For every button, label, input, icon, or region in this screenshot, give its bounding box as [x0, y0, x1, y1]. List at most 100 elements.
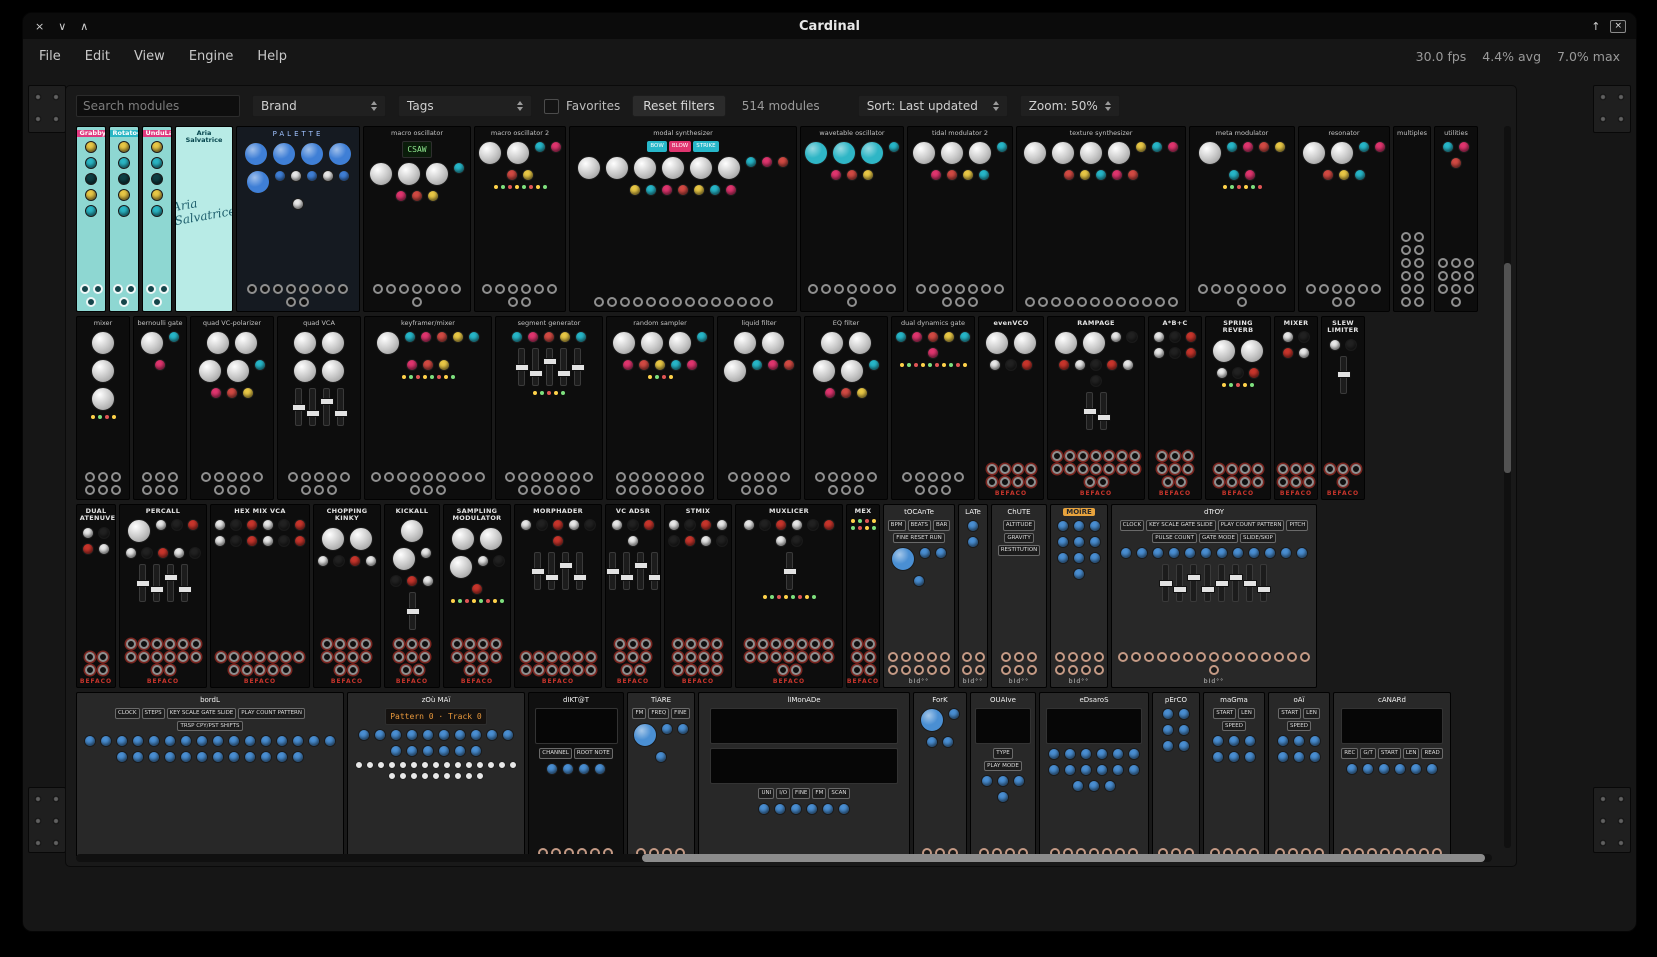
knob[interactable] [559, 331, 571, 343]
knob[interactable] [1111, 169, 1123, 181]
knob[interactable] [668, 519, 680, 531]
jack-port[interactable] [340, 472, 350, 482]
knob[interactable] [246, 170, 270, 194]
slider[interactable] [1260, 564, 1267, 602]
knob[interactable] [1226, 141, 1238, 153]
slider[interactable] [337, 388, 344, 426]
knob[interactable] [1057, 536, 1069, 548]
jack-port[interactable] [335, 652, 345, 662]
pad-button[interactable] [432, 772, 440, 780]
jack-port[interactable] [1117, 464, 1127, 474]
jack-port[interactable] [451, 284, 461, 294]
jack-port[interactable] [728, 472, 738, 482]
knob[interactable] [98, 543, 110, 555]
knob[interactable] [1378, 763, 1390, 775]
knob[interactable] [293, 331, 317, 355]
knob[interactable] [1153, 331, 1165, 343]
jack-port[interactable] [322, 652, 332, 662]
jack-port[interactable] [1464, 258, 1474, 268]
jack-port[interactable] [1027, 652, 1037, 662]
jack-port[interactable] [139, 639, 149, 649]
knob[interactable] [1216, 367, 1228, 379]
jack-port[interactable] [1064, 297, 1074, 307]
knob[interactable] [1120, 547, 1132, 559]
jack-port[interactable] [633, 297, 643, 307]
jack-port[interactable] [841, 485, 851, 495]
jack-port[interactable] [1051, 297, 1061, 307]
jack-port[interactable] [178, 639, 188, 649]
jack-port[interactable] [942, 284, 952, 294]
knob[interactable] [568, 519, 580, 531]
jack-port[interactable] [852, 665, 862, 675]
jack-port[interactable] [940, 665, 950, 675]
tags-dropdown[interactable]: Tags [398, 95, 532, 117]
knob[interactable] [470, 729, 482, 741]
knob[interactable] [91, 359, 115, 383]
knob[interactable] [406, 575, 418, 587]
vertical-scrollbar[interactable] [1504, 126, 1511, 848]
jack-port[interactable] [547, 652, 557, 662]
module-tile-tidal-modulator-2[interactable]: tidal modulator 2 [907, 126, 1013, 312]
jack-port[interactable] [294, 652, 304, 662]
jack-port[interactable] [784, 639, 794, 649]
jack-port[interactable] [962, 652, 972, 662]
jack-port[interactable] [534, 652, 544, 662]
knob[interactable] [478, 141, 502, 165]
knob[interactable] [1282, 347, 1294, 359]
jack-port[interactable] [534, 665, 544, 675]
jack-port[interactable] [288, 472, 298, 482]
jack-port[interactable] [673, 639, 683, 649]
jack-port[interactable] [1168, 297, 1178, 307]
jack-port[interactable] [821, 284, 831, 294]
module-tile-percall[interactable]: PERCALLBEFACO [119, 504, 207, 688]
slider[interactable] [1100, 392, 1107, 430]
jack-port[interactable] [780, 472, 790, 482]
knob[interactable] [180, 735, 192, 747]
knob[interactable] [758, 803, 770, 815]
knob[interactable] [946, 169, 958, 181]
jack-port[interactable] [560, 652, 570, 662]
jack-port[interactable] [142, 472, 152, 482]
knob[interactable] [404, 331, 416, 343]
knob[interactable] [452, 331, 464, 343]
jack-port[interactable] [1291, 464, 1301, 474]
jack-port[interactable] [711, 297, 721, 307]
knob[interactable] [390, 729, 402, 741]
knob[interactable] [454, 729, 466, 741]
knob[interactable] [655, 751, 667, 763]
knob[interactable] [622, 359, 634, 371]
jack-port[interactable] [915, 472, 925, 482]
knob[interactable] [189, 547, 201, 559]
jack-port[interactable] [1014, 652, 1024, 662]
knob[interactable] [85, 205, 97, 217]
jack-port[interactable] [1144, 652, 1154, 662]
knob[interactable] [1228, 735, 1240, 747]
jack-port[interactable] [1414, 258, 1424, 268]
pad-button[interactable] [388, 761, 396, 769]
jack-port[interactable] [1414, 271, 1424, 281]
jack-port[interactable] [518, 472, 528, 482]
jack-port[interactable] [927, 665, 937, 675]
jack-port[interactable] [808, 284, 818, 294]
pad-button[interactable] [399, 772, 407, 780]
jack-port[interactable] [85, 652, 95, 662]
knob[interactable] [151, 189, 163, 201]
module-tile-bernoulli-gate[interactable]: bernoulli gate [133, 316, 187, 500]
knob[interactable] [967, 536, 979, 548]
module-tile-undular[interactable]: UnduLaR [142, 126, 172, 312]
knob[interactable] [390, 745, 402, 757]
knob[interactable] [527, 331, 539, 343]
knob[interactable] [1128, 764, 1140, 776]
jack-port[interactable] [126, 284, 136, 294]
knob[interactable] [888, 141, 900, 153]
knob[interactable] [151, 173, 163, 185]
jack-port[interactable] [155, 485, 165, 495]
jack-port[interactable] [1025, 297, 1035, 307]
knob[interactable] [1073, 568, 1085, 580]
jack-port[interactable] [1227, 464, 1237, 474]
jack-port[interactable] [1464, 271, 1474, 281]
jack-port[interactable] [975, 652, 985, 662]
jack-port[interactable] [1129, 297, 1139, 307]
module-tile-stmix[interactable]: STMIXBEFACO [664, 504, 732, 688]
knob[interactable] [1248, 367, 1260, 379]
